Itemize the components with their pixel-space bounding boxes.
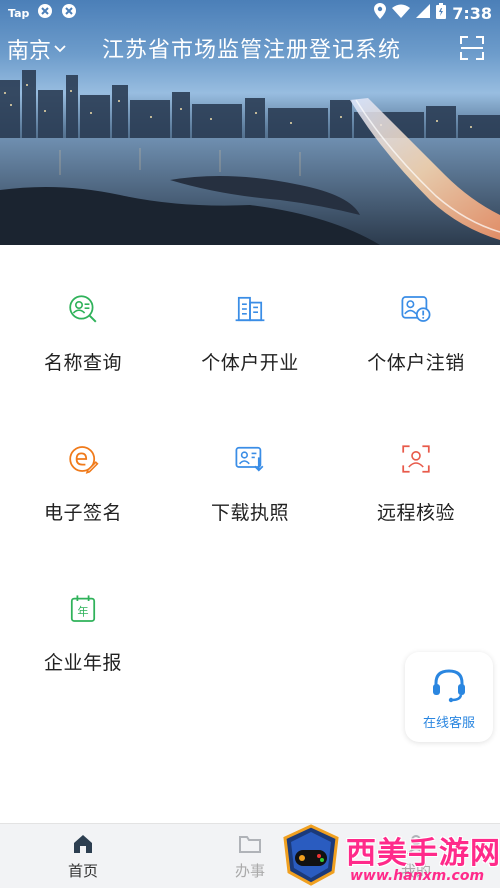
online-service-label: 在线客服 [422, 716, 475, 731]
watermark-url: www.hanxm.com [350, 868, 485, 884]
download-license-icon [235, 446, 264, 472]
nav-label: 首页 [67, 862, 98, 880]
city-label: 南京 [7, 39, 52, 64]
status-left-text: Tap [8, 6, 30, 20]
service-label: 企业年报 [43, 652, 122, 674]
home-icon [74, 835, 92, 853]
service-label: 个体户开业 [201, 352, 299, 374]
annual-report-icon: 年 [70, 595, 96, 622]
online-service-button[interactable]: 在线客服 [405, 652, 493, 742]
service-label: 远程核验 [376, 502, 455, 524]
service-remote-verify[interactable]: 远程核验 [333, 395, 499, 525]
location-icon [374, 3, 387, 23]
signal-icon [416, 4, 431, 22]
service-label: 下载执照 [210, 502, 289, 524]
nav-label: 办事 [234, 862, 265, 880]
e-signature-icon [69, 446, 99, 474]
app-header: 南京 江苏省市场监管注册登记系统 [0, 30, 500, 66]
scan-icon [460, 36, 484, 60]
service-annual-report[interactable]: 年 企业年报 [0, 545, 166, 675]
app-notification-icon [37, 3, 53, 23]
gamepad-logo-icon [283, 824, 339, 886]
watermark: 西美手游网 www.hanxm.com [278, 822, 500, 888]
service-name-search[interactable]: 名称查询 [0, 245, 166, 375]
service-business-open[interactable]: 个体户开业 [167, 245, 333, 375]
name-search-icon [69, 295, 97, 323]
scan-button[interactable] [458, 34, 486, 62]
status-bar: Tap 7:38 [0, 0, 500, 26]
hero-banner: Tap 7:38 南京 江苏省市场监管注册登记系统 [0, 0, 500, 245]
app-notification-icon [61, 3, 77, 23]
folder-icon [239, 836, 261, 853]
wifi-icon [392, 4, 411, 22]
service-label: 电子签名 [43, 502, 122, 524]
cancel-business-icon [401, 296, 431, 322]
nav-work[interactable]: 办事 [220, 832, 280, 881]
building-icon [235, 296, 265, 322]
service-e-signature[interactable]: 电子签名 [0, 395, 166, 525]
face-verify-icon [402, 445, 430, 473]
service-label: 个体户注销 [367, 352, 465, 374]
svg-text:年: 年 [77, 604, 88, 618]
city-selector[interactable]: 南京 [7, 33, 67, 65]
battery-icon [436, 3, 447, 23]
chevron-down-icon [53, 37, 67, 62]
headset-icon [433, 669, 465, 703]
watermark-text: 西美手游网 [346, 836, 500, 871]
nav-home[interactable]: 首页 [53, 832, 113, 881]
service-download-license[interactable]: 下载执照 [167, 395, 333, 525]
service-label: 名称查询 [43, 352, 122, 374]
clock: 7:38 [452, 3, 492, 23]
page-title: 江苏省市场监管注册登记系统 [102, 38, 402, 63]
service-business-cancel[interactable]: 个体户注销 [333, 245, 499, 375]
